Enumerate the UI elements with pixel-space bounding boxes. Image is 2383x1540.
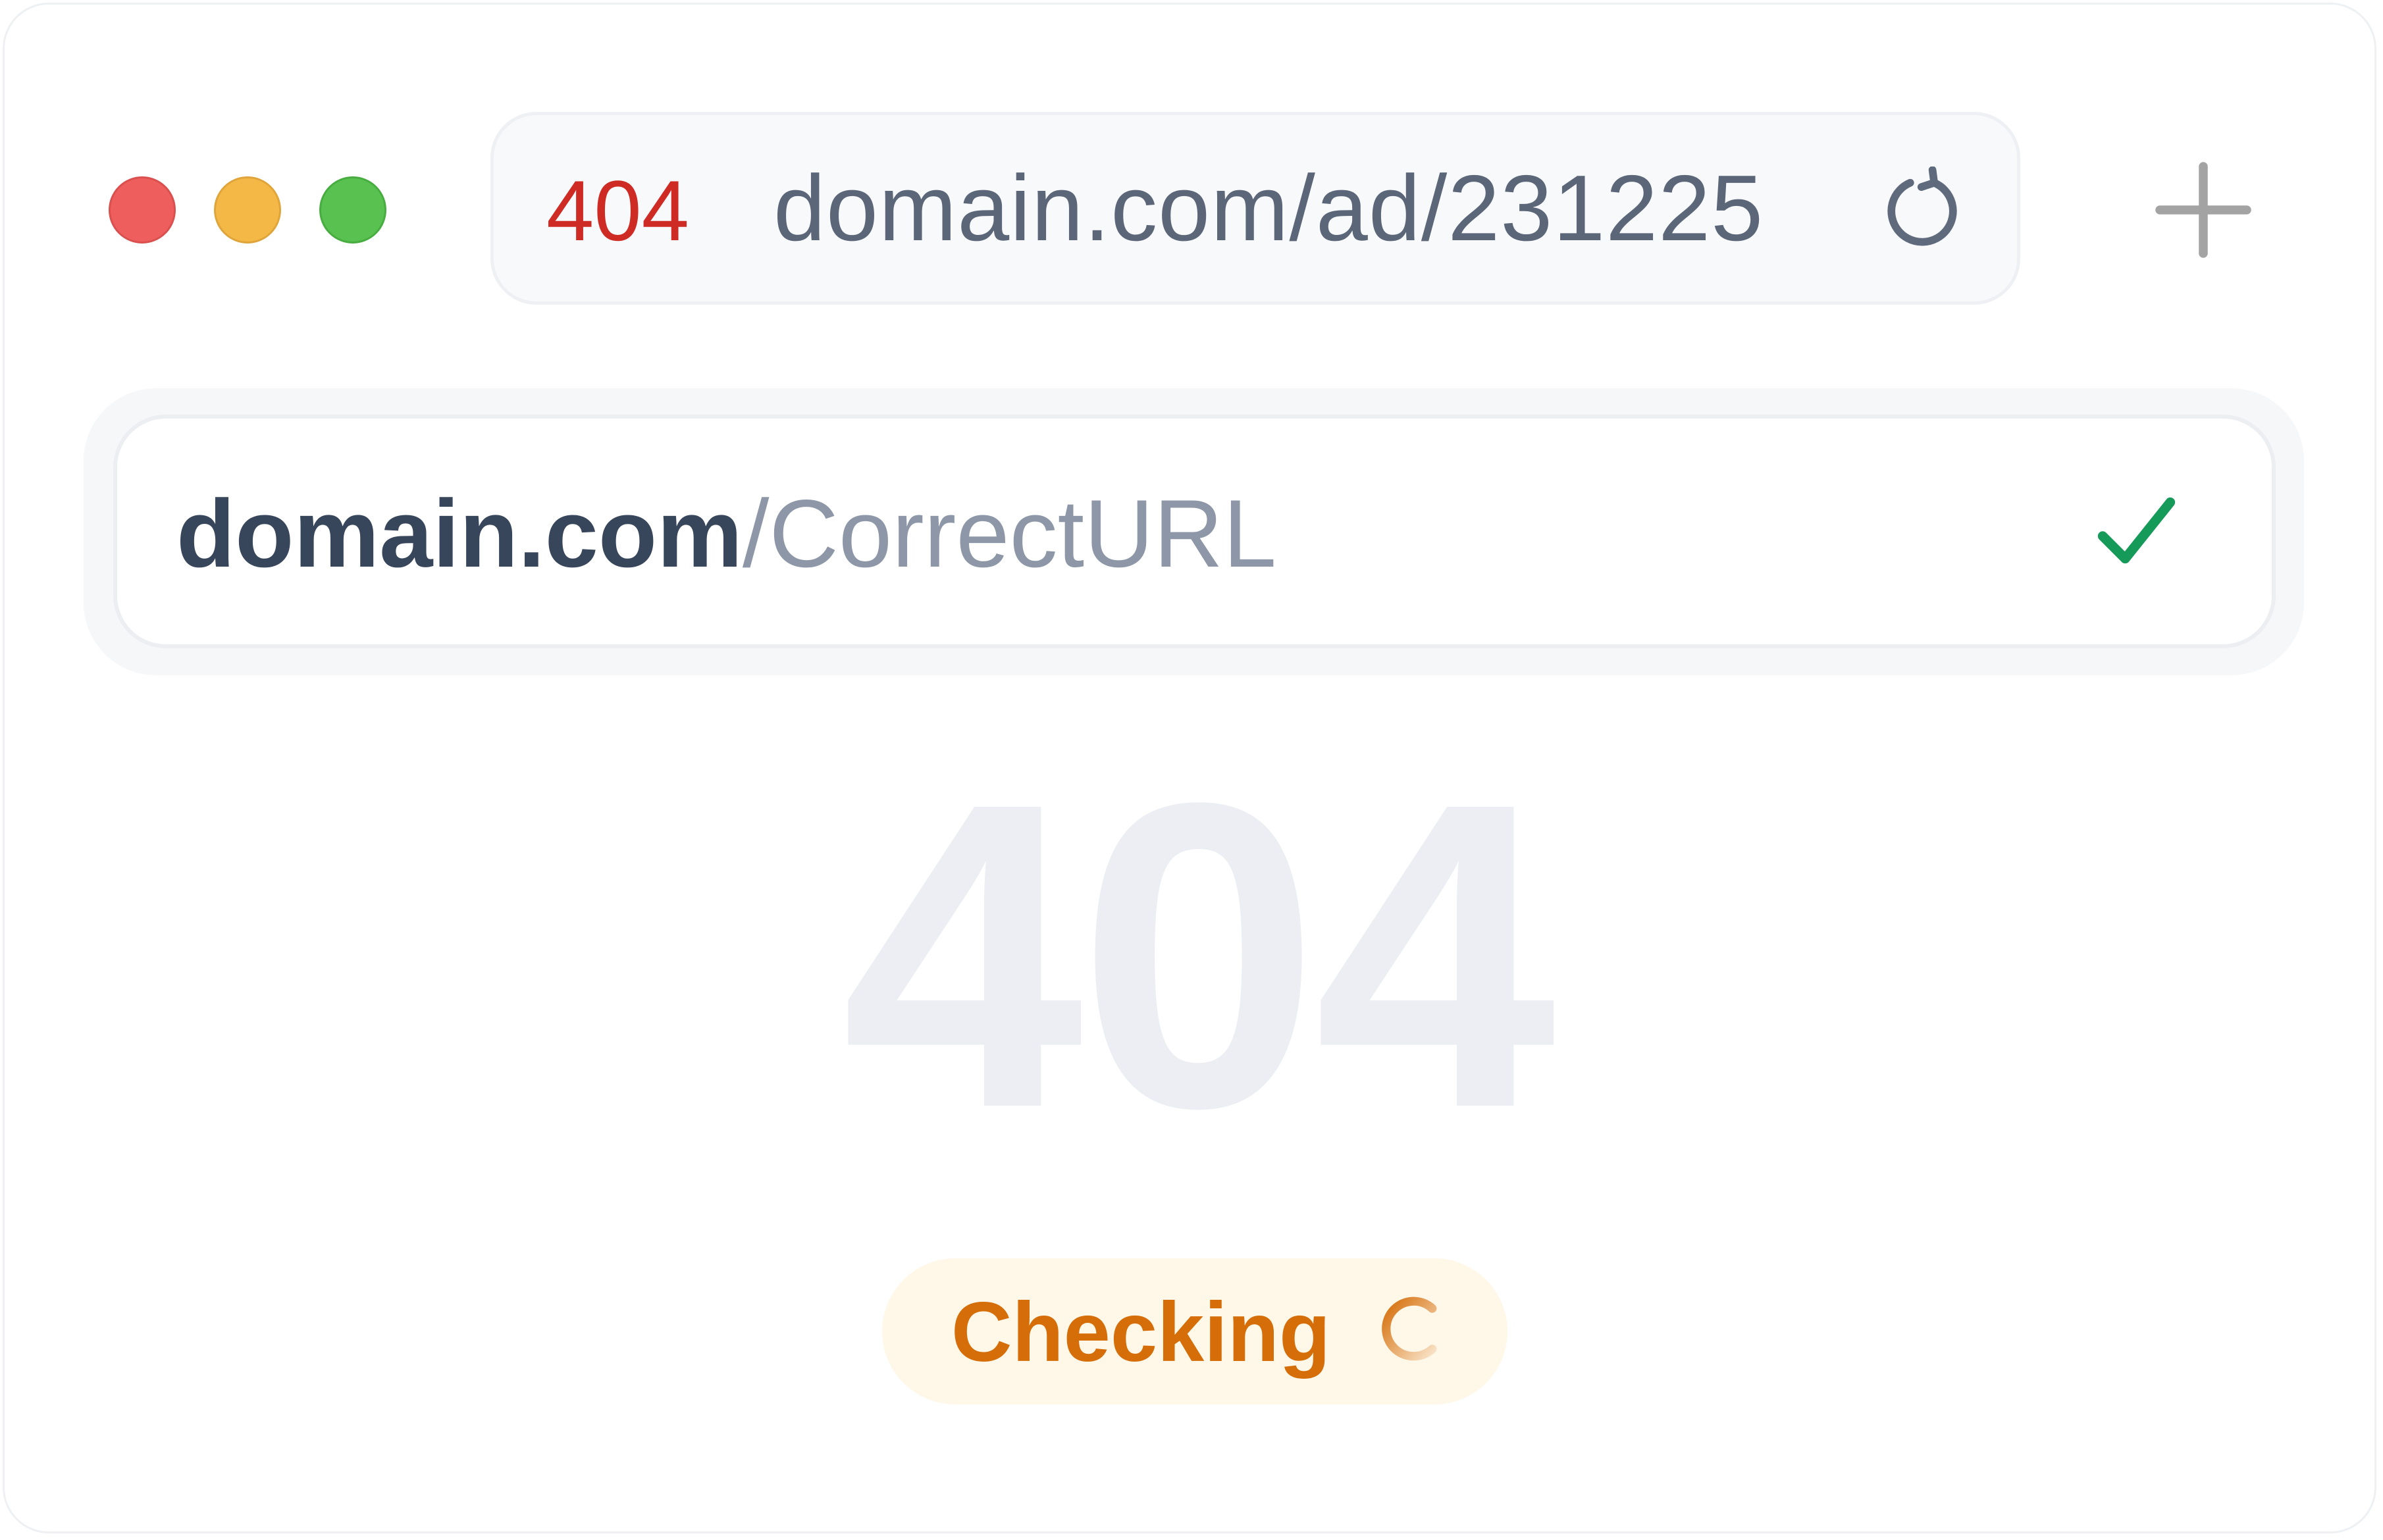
- checking-label: Checking: [951, 1285, 1331, 1379]
- suggested-url-field[interactable]: domain.com/CorrectURL: [113, 415, 2276, 648]
- maximize-window-button[interactable]: [319, 176, 386, 244]
- suggested-url-text: domain.com/CorrectURL: [176, 478, 1276, 590]
- address-bar[interactable]: 404 domain.com/ad/231225: [490, 112, 2020, 305]
- error-code-display: 404: [841, 713, 1556, 1198]
- check-icon: [2097, 497, 2176, 564]
- suggested-url-domain: domain.com: [176, 480, 743, 587]
- spinner-icon: [1382, 1296, 1437, 1361]
- browser-window: 404 domain.com/ad/231225 domain.com/Corr…: [3, 3, 2376, 1533]
- suggested-url-path: /CorrectURL: [742, 480, 1277, 587]
- reload-icon[interactable]: [1879, 167, 1965, 252]
- suggested-url-panel: domain.com/CorrectURL: [84, 388, 2304, 675]
- status-code-badge: 404: [546, 163, 689, 259]
- minimize-window-button[interactable]: [214, 176, 281, 244]
- close-window-button[interactable]: [109, 176, 176, 244]
- plus-icon[interactable]: [2154, 161, 2253, 259]
- url-text[interactable]: domain.com/ad/231225: [773, 156, 1764, 261]
- checking-status-badge: Checking: [882, 1258, 1507, 1404]
